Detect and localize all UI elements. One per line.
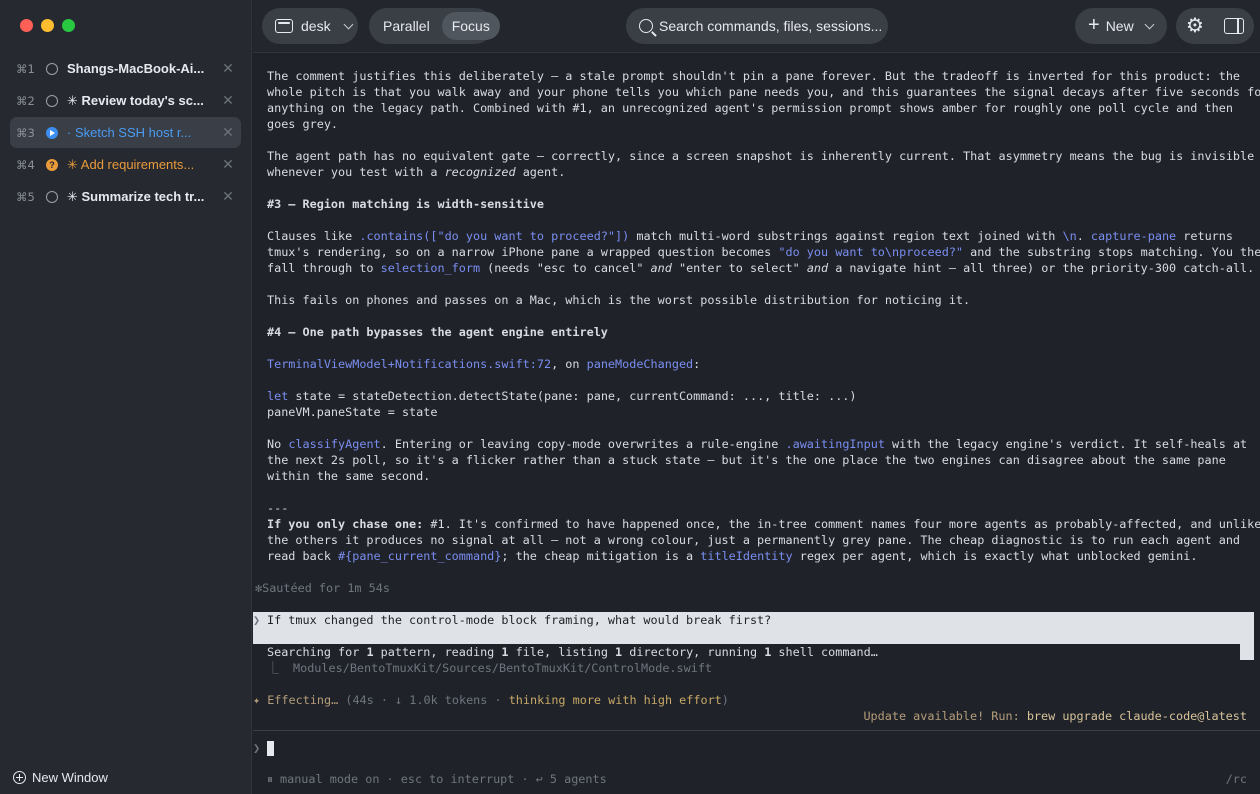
session-list: ⌘1 Shangs-MacBook-Ai... ✕ ⌘2 ✳ Review to… [10, 53, 241, 213]
session-item[interactable]: ⌘4 ? ✳ Add requirements... ✕ [10, 149, 241, 180]
session-title: · Sketch SSH host r... [67, 125, 192, 140]
text-line: the next 2s poll, so it's a flicker rath… [267, 453, 1226, 467]
close-icon[interactable]: ✕ [215, 156, 241, 173]
idle-status-icon [46, 190, 58, 203]
desk-label: desk [301, 18, 331, 34]
code-line: let state = stateDetection.detectState(p… [267, 389, 857, 403]
new-button[interactable]: + New [1075, 8, 1167, 44]
idle-status-icon [46, 94, 58, 107]
prompt-chevron-icon: ❯ [253, 741, 261, 755]
running-status-icon [46, 126, 58, 139]
question-status-icon: ? [46, 158, 58, 171]
maximize-window-button[interactable] [62, 19, 75, 32]
text-line: whenever you test with a recognized agen… [267, 165, 566, 179]
chevron-down-icon [1144, 19, 1155, 29]
update-notice: Update available! Run: brew upgrade clau… [863, 709, 1247, 723]
gear-icon[interactable]: ⚙ [1186, 16, 1204, 36]
text-line: The agent path has no equivalent gate — … [267, 149, 1255, 163]
close-icon[interactable]: ✕ [215, 60, 241, 77]
close-icon[interactable]: ✕ [215, 124, 241, 141]
idle-status-icon [46, 62, 58, 75]
tool-activity-path: ⎿ Modules/BentoTmuxKit/Sources/BentoTmux… [267, 661, 713, 675]
text-line: The comment justifies this deliberately … [267, 69, 1241, 83]
prompt-chevron-icon: ❯ [253, 613, 261, 627]
session-item[interactable]: ⌘5 ✳ Summarize tech tr... ✕ [10, 181, 241, 212]
window-icon [275, 19, 293, 33]
search-placeholder: Search commands, files, sessions... [659, 18, 883, 34]
user-prompt: ❯ If tmux changed the control-mode block… [253, 612, 1254, 644]
session-shortcut: ⌘2 [16, 93, 35, 108]
horizontal-rule: --- [267, 501, 289, 515]
close-window-button[interactable] [20, 19, 33, 32]
window-controls [20, 19, 75, 32]
elapsed-time-status: ✻Sautéed for 1m 54s [255, 581, 390, 595]
text-line: tmux's rendering, so on a narrow iPhone … [267, 245, 1260, 259]
code-line: paneVM.paneState = state [267, 405, 438, 419]
session-title: Shangs-MacBook-Ai... [67, 61, 205, 76]
mode-toggle: Parallel Focus [369, 8, 500, 44]
tool-activity: Searching for 1 pattern, reading 1 file,… [267, 645, 878, 659]
status-hints: ⏸ manual mode on · esc to interrupt · ↩ … [267, 772, 607, 786]
text-line: Clauses like .contains(["do you want to … [267, 229, 1233, 243]
text-cursor [267, 741, 274, 756]
focus-mode-button[interactable]: Focus [441, 12, 500, 40]
text-line: This fails on phones and passes on a Mac… [267, 293, 971, 307]
prompt-text: If tmux changed the control-mode block f… [267, 613, 772, 627]
terminal-output: The comment justifies this deliberately … [253, 54, 1260, 730]
toolbar-tools: ⚙ [1176, 8, 1254, 44]
session-item[interactable]: ⌘2 ✳ Review today's sc... ✕ [10, 85, 241, 116]
text-line: TerminalViewModel+Notifications.swift:72… [267, 357, 701, 371]
section-heading: #4 — One path bypasses the agent engine … [267, 325, 608, 339]
prompt-input[interactable]: ❯ [253, 730, 1260, 766]
text-line: read back #{pane_current_command}; the c… [267, 549, 1198, 563]
text-line: within the same second. [267, 469, 431, 483]
status-rc: /rc [1225, 772, 1247, 786]
chevron-down-icon [343, 19, 354, 29]
text-line: anything on the legacy path. Combined wi… [267, 101, 1233, 115]
new-window-button[interactable]: New Window [13, 770, 108, 785]
plus-icon: + [1088, 14, 1100, 36]
session-shortcut: ⌘3 [16, 125, 35, 140]
new-window-label: New Window [32, 770, 108, 785]
text-line: fall through to selection_form (needs "e… [267, 261, 1255, 275]
close-icon[interactable]: ✕ [215, 92, 241, 109]
text-line: If you only chase one: #1. It's confirme… [267, 517, 1260, 531]
text-line: goes grey. [267, 117, 339, 131]
close-icon[interactable]: ✕ [215, 188, 241, 205]
scrollbar-thumb[interactable] [1240, 644, 1254, 660]
desk-selector[interactable]: desk [262, 8, 358, 44]
parallel-mode-button[interactable]: Parallel [373, 12, 440, 40]
thinking-status: ✦ Effecting… (44s · ↓ 1.0k tokens · thin… [253, 693, 729, 707]
new-label: New [1105, 18, 1134, 34]
sidebar-toggle-icon[interactable] [1224, 18, 1244, 34]
session-title: ✳ Add requirements... [67, 156, 195, 172]
text-line: the others it produces no signal at all … [267, 533, 1241, 547]
text-line: No classifyAgent. Entering or leaving co… [267, 437, 1248, 451]
toolbar: desk Parallel Focus Search commands, fil… [253, 0, 1260, 53]
session-title: ✳ Review today's sc... [67, 92, 204, 108]
session-title: ✳ Summarize tech tr... [67, 188, 205, 204]
session-item[interactable]: ⌘1 Shangs-MacBook-Ai... ✕ [10, 53, 241, 84]
text-line: whole pitch is that you walk away and yo… [267, 85, 1260, 99]
status-bar: ⏸ manual mode on · esc to interrupt · ↩ … [253, 766, 1260, 794]
session-shortcut: ⌘4 [16, 157, 35, 172]
minimize-window-button[interactable] [41, 19, 54, 32]
sidebar: ⌘1 Shangs-MacBook-Ai... ✕ ⌘2 ✳ Review to… [0, 0, 252, 794]
session-shortcut: ⌘1 [16, 61, 35, 76]
plus-circle-icon [13, 771, 26, 784]
session-shortcut: ⌘5 [16, 189, 35, 204]
search-icon [639, 19, 653, 33]
session-item-active[interactable]: ⌘3 · Sketch SSH host r... ✕ [10, 117, 241, 148]
section-heading: #3 — Region matching is width-sensitive [267, 197, 544, 211]
search-button[interactable]: Search commands, files, sessions... [626, 8, 888, 44]
